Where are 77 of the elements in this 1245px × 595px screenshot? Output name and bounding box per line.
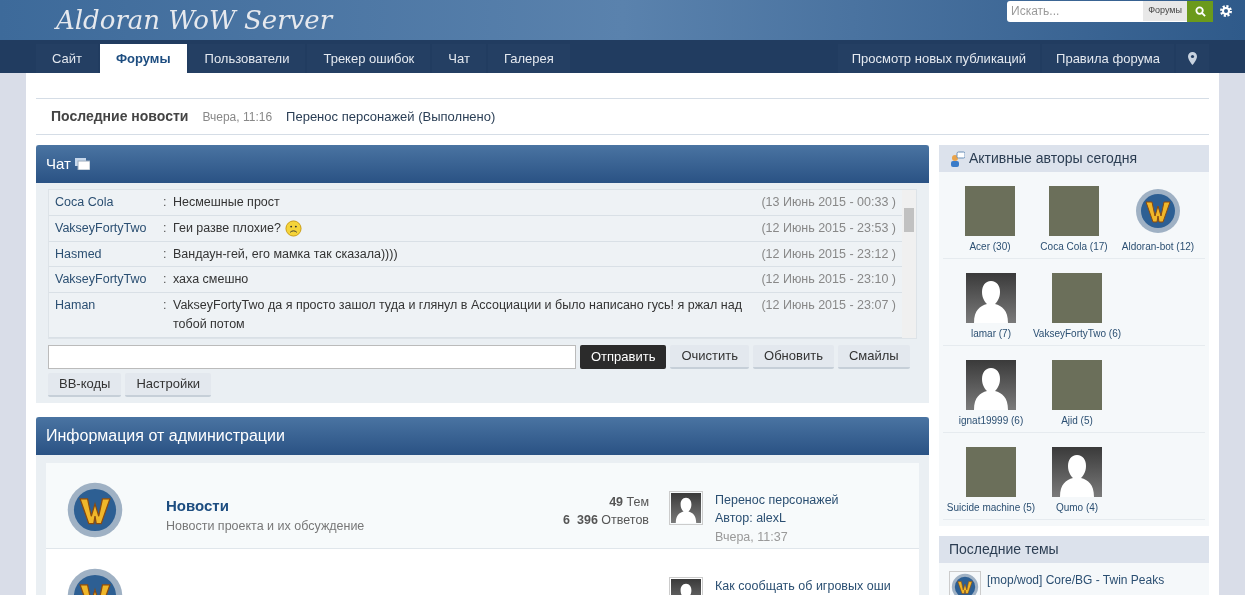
chat-action-button[interactable]: Смайлы [837, 344, 910, 369]
settings-icon[interactable] [1219, 4, 1233, 18]
reply-label: Ответов [601, 513, 649, 528]
active-authors-title: Активные авторы сегодня [969, 149, 1137, 168]
avatar-silhouette [671, 492, 701, 523]
author-name[interactable]: Ajid (5) [1061, 413, 1093, 428]
nav-tab[interactable]: Форумы [100, 44, 187, 73]
map-pin-icon [1188, 52, 1197, 65]
avatar-silhouette [966, 273, 1016, 323]
topic-label: Тем [626, 494, 649, 509]
topic-count: 49 [609, 494, 624, 509]
chat-separator: : [163, 194, 168, 211]
news-ticker-time: Вчера, 11:16 [202, 108, 273, 126]
emblem-icon [1133, 186, 1183, 236]
user-chat-icon [949, 150, 965, 167]
chat-time: (12 Июнь 2015 - 23:12 ) [760, 245, 896, 263]
author-name[interactable]: lamar (7) [971, 326, 1011, 341]
latest-topics-title: Последние темы [949, 540, 1059, 559]
chat-input-field[interactable] [48, 344, 576, 369]
chat-message: Вандаун-гей, его мамка так сказала)))) [173, 245, 399, 263]
chat-action-button[interactable]: BB-коды [48, 372, 122, 397]
news-ticker-link[interactable]: Перенос персонажей (Выполнено) [286, 106, 496, 127]
avatar-photo-placeholder [1049, 186, 1099, 236]
chat-author[interactable]: Coca Cola [55, 193, 163, 212]
avatar-photo-placeholder [966, 447, 1016, 497]
avatar-photo-placeholder [965, 186, 1015, 236]
windows-icon[interactable] [74, 158, 90, 170]
author-name[interactable]: VakseyFortyTwo (6) [1032, 326, 1122, 341]
author-name[interactable]: Coca Cola (17) [1040, 239, 1108, 254]
author-name[interactable]: Acer (30) [969, 239, 1011, 254]
last-post-title[interactable]: Перенос персонажей [715, 490, 839, 510]
forum-description: Новости проекта и их обсуждение [166, 518, 366, 535]
send-button[interactable]: Отправить [580, 344, 667, 369]
chat-separator: : [163, 297, 168, 314]
search-scope-button[interactable]: Форумы [1143, 1, 1187, 21]
avatar-photo-placeholder [1052, 273, 1102, 323]
last-post-title[interactable]: Как сообщать об игровых оши [715, 576, 891, 595]
chat-action-button[interactable]: Очистить [670, 344, 750, 369]
site-logo[interactable]: Aldoran WoW Server [56, 7, 333, 33]
chat-author[interactable]: VakseyFortyTwo [55, 218, 163, 238]
chat-time: (12 Июнь 2015 - 23:10 ) [760, 271, 896, 289]
chat-time: (13 Июнь 2015 - 00:33 ) [760, 194, 896, 211]
chat-author[interactable]: VakseyFortyTwo [55, 270, 163, 289]
avatar-silhouette [1052, 447, 1102, 497]
chat-action-button[interactable]: Настройки [125, 372, 212, 397]
author-name[interactable]: Qumo (4) [1055, 500, 1099, 515]
chat-time: (12 Июнь 2015 - 23:53 ) [760, 219, 896, 237]
chat-time: (12 Июнь 2015 - 23:07 ) [760, 297, 896, 314]
chat-action-button[interactable]: Обновить [753, 344, 834, 369]
news-ticker-title: Последние новости [51, 107, 189, 126]
latest-topic-link[interactable]: [mop/wod] Core/BG - Twin Peaks [987, 571, 1165, 595]
emblem-icon [950, 572, 980, 595]
author-name[interactable]: Suicide machine (5) [946, 500, 1036, 515]
last-post-time: Вчера, 11:37 [715, 529, 789, 546]
scrollbar[interactable] [902, 190, 916, 338]
chat-separator: : [163, 219, 168, 237]
last-post-author[interactable]: Автор: alexL [715, 509, 839, 528]
sad-face-icon [284, 219, 302, 237]
chat-author[interactable]: Haman [55, 296, 163, 315]
chat-separator: : [163, 271, 168, 289]
avatar-silhouette [966, 360, 1016, 410]
chat-author[interactable]: Hasmed [55, 244, 163, 264]
search-button[interactable] [1187, 0, 1213, 22]
chat-message: Несмешные прост [173, 194, 281, 211]
admin-title: Информация от администрации [46, 425, 285, 446]
chat-message: Геи разве плохие? [173, 218, 746, 238]
chat-separator: : [163, 245, 168, 263]
reply-count: 6 396 [563, 513, 598, 528]
avatar-photo-placeholder [1052, 360, 1102, 410]
author-name[interactable]: Aldoran-bot (12) [1121, 239, 1195, 254]
chat-message: VakseyFortyTwo да я просто зашол туда и глянул в Ассоциации и было написано гусь! я ржал над тобой потом [173, 297, 743, 333]
forum-title[interactable]: Новости [166, 494, 519, 517]
chat-message: хаха смешно [173, 271, 250, 289]
search-icon [1194, 5, 1206, 17]
chat-title: Чат [46, 153, 71, 174]
search-field[interactable]: Искать... Форумы [1007, 0, 1187, 22]
author-name[interactable]: ignat19999 (6) [958, 413, 1024, 428]
